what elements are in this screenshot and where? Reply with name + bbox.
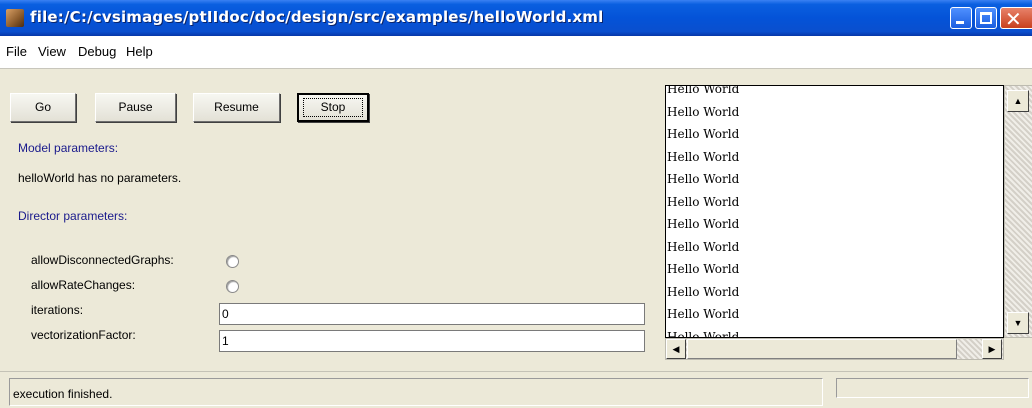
output-line: Hello World	[667, 149, 740, 164]
maximize-icon	[980, 12, 992, 24]
menu-debug[interactable]: Debug	[78, 44, 116, 59]
vertical-scrollbar[interactable]: ▲ ▼	[1004, 85, 1032, 338]
minimize-icon	[956, 21, 964, 24]
output-line: Hello World	[667, 217, 740, 231]
director-parameters-heading: Director parameters:	[18, 209, 128, 223]
focus-indicator	[303, 98, 363, 117]
output-line: Hello World	[667, 194, 740, 209]
app-icon[interactable]	[6, 9, 24, 27]
iterations-field[interactable]: 0	[219, 303, 645, 325]
output-line: Hello World	[667, 104, 740, 119]
menu-view[interactable]: View	[38, 44, 66, 59]
output-line: Hello World	[667, 127, 740, 141]
horizontal-scrollbar[interactable]: ◀ ▶	[665, 338, 1004, 360]
output-lines: Hello World Hello World Hello World Hello W…	[667, 85, 740, 338]
status-message: execution finished.	[9, 378, 823, 406]
horizontal-scroll-thumb[interactable]	[687, 339, 957, 359]
status-bar: execution finished.	[0, 371, 1032, 408]
output-line: Hello World	[667, 172, 740, 186]
output-text-area[interactable]: Hello World Hello World Hello World Hello W…	[665, 85, 1004, 338]
window-title: file:/C:/cvsimages/ptIIdoc/doc/design/sr…	[30, 8, 604, 26]
iterations-label: iterations:	[31, 303, 84, 317]
close-icon: ✕	[1005, 7, 1022, 31]
scroll-corner	[1004, 338, 1032, 360]
allow-rate-changes-label: allowRateChanges:	[31, 278, 136, 292]
run-panel: Go Pause Resume Stop Model parameters: h…	[0, 69, 1032, 371]
close-button[interactable]: ✕	[1000, 7, 1032, 31]
maximize-button[interactable]	[975, 7, 997, 29]
vectorization-factor-label: vectorizationFactor:	[31, 328, 136, 342]
minimize-button[interactable]	[950, 7, 972, 29]
output-line: Hello World	[667, 284, 740, 299]
output-line: Hello World	[667, 262, 740, 276]
output-line: Hello World	[667, 85, 740, 96]
menu-bar: File View Debug Help	[0, 36, 1032, 69]
model-parameters-message: helloWorld has no parameters.	[18, 171, 182, 185]
go-button[interactable]: Go	[10, 93, 76, 122]
allow-disconnected-graphs-label: allowDisconnectedGraphs:	[31, 253, 174, 267]
scroll-left-icon[interactable]: ◀	[666, 339, 686, 359]
pause-button[interactable]: Pause	[95, 93, 176, 122]
output-line: Hello World	[667, 307, 740, 321]
menu-help[interactable]: Help	[126, 44, 153, 59]
output-line: Hello World	[667, 329, 740, 338]
stop-button[interactable]: Stop	[297, 93, 369, 122]
vectorization-factor-field[interactable]: 1	[219, 330, 645, 352]
progress-bar	[836, 378, 1029, 398]
title-bar[interactable]: file:/C:/cvsimages/ptIIdoc/doc/design/sr…	[0, 0, 1032, 36]
resume-button[interactable]: Resume	[193, 93, 280, 122]
menu-file[interactable]: File	[6, 44, 27, 59]
scroll-down-icon[interactable]: ▼	[1007, 312, 1029, 334]
allow-disconnected-graphs-radio[interactable]	[226, 255, 239, 268]
scroll-right-icon[interactable]: ▶	[982, 339, 1002, 359]
allow-rate-changes-radio[interactable]	[226, 280, 239, 293]
output-line: Hello World	[667, 239, 740, 254]
scroll-up-icon[interactable]: ▲	[1007, 90, 1029, 112]
model-parameters-heading: Model parameters:	[18, 141, 119, 155]
